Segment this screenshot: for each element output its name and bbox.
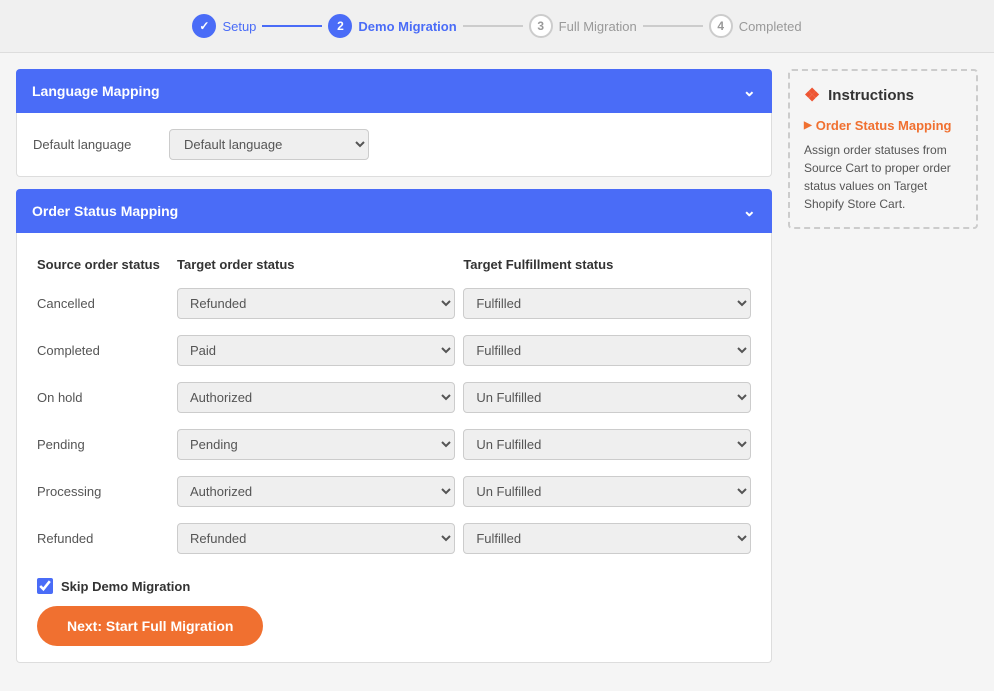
sidebar: ❖ Instructions Order Status Mapping Assi…: [788, 69, 978, 675]
target-status-select[interactable]: RefundedPaidAuthorizedPendingVoidedParti…: [177, 288, 455, 319]
order-status-mapping-panel: Order Status Mapping ⌄ Source order stat…: [16, 189, 772, 663]
target-status-cell: RefundedPaidAuthorizedPendingVoidedParti…: [173, 421, 459, 468]
col-fulfillment: Target Fulfillment status: [459, 249, 755, 280]
fulfillment-status-cell: FulfilledUn FulfilledPartial: [459, 280, 755, 327]
sidebar-card: ❖ Instructions Order Status Mapping Assi…: [788, 69, 978, 229]
source-status-cell: Pending: [33, 421, 173, 468]
skip-demo-label: Skip Demo Migration: [61, 579, 190, 594]
step-circle-full: 3: [529, 14, 553, 38]
fulfillment-status-select[interactable]: FulfilledUn FulfilledPartial: [463, 523, 751, 554]
default-language-select[interactable]: Default language: [169, 129, 369, 160]
col-source: Source order status: [33, 249, 173, 280]
main-container: Language Mapping ⌄ Default language Defa…: [0, 53, 994, 691]
step-circle-setup: ✓: [192, 14, 216, 38]
target-status-select[interactable]: RefundedPaidAuthorizedPendingVoidedParti…: [177, 523, 455, 554]
next-button[interactable]: Next: Start Full Migration: [37, 606, 263, 646]
language-mapping-panel: Language Mapping ⌄ Default language Defa…: [16, 69, 772, 177]
target-status-cell: RefundedPaidAuthorizedPendingVoidedParti…: [173, 327, 459, 374]
step-label-setup: Setup: [222, 19, 256, 34]
language-panel-chevron: ⌄: [743, 81, 756, 101]
fulfillment-status-select[interactable]: FulfilledUn FulfilledPartial: [463, 429, 751, 460]
step-full-migration: 3 Full Migration: [529, 14, 637, 38]
fulfillment-status-select[interactable]: FulfilledUn FulfilledPartial: [463, 335, 751, 366]
default-language-label: Default language: [33, 137, 153, 152]
order-status-panel-title: Order Status Mapping: [32, 203, 178, 219]
step-label-full: Full Migration: [559, 19, 637, 34]
table-row: PendingRefundedPaidAuthorizedPendingVoid…: [33, 421, 755, 468]
step-line-1: [262, 25, 322, 27]
fulfillment-status-cell: FulfilledUn FulfilledPartial: [459, 468, 755, 515]
order-status-panel-header[interactable]: Order Status Mapping ⌄: [16, 189, 772, 233]
table-row: CompletedRefundedPaidAuthorizedPendingVo…: [33, 327, 755, 374]
skip-demo-checkbox[interactable]: [37, 578, 53, 594]
language-panel-body: Default language Default language: [16, 113, 772, 177]
target-status-cell: RefundedPaidAuthorizedPendingVoidedParti…: [173, 374, 459, 421]
step-setup: ✓ Setup: [192, 14, 256, 38]
sidebar-body: Assign order statuses from Source Cart t…: [804, 141, 962, 213]
fulfillment-status-select[interactable]: FulfilledUn FulfilledPartial: [463, 382, 751, 413]
source-status-cell: On hold: [33, 374, 173, 421]
table-row: CancelledRefundedPaidAuthorizedPendingVo…: [33, 280, 755, 327]
target-status-select[interactable]: RefundedPaidAuthorizedPendingVoidedParti…: [177, 476, 455, 507]
source-status-cell: Completed: [33, 327, 173, 374]
table-header-row: Source order status Target order status …: [33, 249, 755, 280]
sidebar-title-text: Instructions: [828, 87, 914, 104]
fulfillment-status-select[interactable]: FulfilledUn FulfilledPartial: [463, 288, 751, 319]
target-status-select[interactable]: RefundedPaidAuthorizedPendingVoidedParti…: [177, 429, 455, 460]
step-demo-migration: 2 Demo Migration: [328, 14, 456, 38]
fulfillment-status-cell: FulfilledUn FulfilledPartial: [459, 421, 755, 468]
language-panel-title: Language Mapping: [32, 83, 160, 99]
step-line-2: [463, 25, 523, 27]
content-area: Language Mapping ⌄ Default language Defa…: [16, 69, 772, 675]
fulfillment-status-cell: FulfilledUn FulfilledPartial: [459, 327, 755, 374]
status-table: Source order status Target order status …: [33, 249, 755, 562]
language-panel-header[interactable]: Language Mapping ⌄: [16, 69, 772, 113]
step-circle-completed: 4: [709, 14, 733, 38]
target-status-cell: RefundedPaidAuthorizedPendingVoidedParti…: [173, 468, 459, 515]
table-row: ProcessingRefundedPaidAuthorizedPendingV…: [33, 468, 755, 515]
step-label-demo: Demo Migration: [358, 19, 456, 34]
fulfillment-status-select[interactable]: FulfilledUn FulfilledPartial: [463, 476, 751, 507]
target-status-cell: RefundedPaidAuthorizedPendingVoidedParti…: [173, 515, 459, 562]
default-language-row: Default language Default language: [33, 129, 755, 160]
col-target: Target order status: [173, 249, 459, 280]
step-circle-demo: 2: [328, 14, 352, 38]
order-status-panel-body: Source order status Target order status …: [16, 233, 772, 663]
fulfillment-status-cell: FulfilledUn FulfilledPartial: [459, 374, 755, 421]
stepper: ✓ Setup 2 Demo Migration 3 Full Migratio…: [0, 0, 994, 53]
order-status-panel-chevron: ⌄: [743, 201, 756, 221]
skip-demo-row: Skip Demo Migration: [37, 578, 751, 594]
step-line-3: [643, 25, 703, 27]
source-status-cell: Cancelled: [33, 280, 173, 327]
source-status-cell: Refunded: [33, 515, 173, 562]
target-status-select[interactable]: RefundedPaidAuthorizedPendingVoidedParti…: [177, 335, 455, 366]
target-status-select[interactable]: RefundedPaidAuthorizedPendingVoidedParti…: [177, 382, 455, 413]
step-label-completed: Completed: [739, 19, 802, 34]
sidebar-title: ❖ Instructions: [804, 85, 962, 106]
instructions-icon: ❖: [804, 85, 820, 106]
sidebar-subtitle: Order Status Mapping: [804, 118, 962, 133]
fulfillment-status-cell: FulfilledUn FulfilledPartial: [459, 515, 755, 562]
table-row: RefundedRefundedPaidAuthorizedPendingVoi…: [33, 515, 755, 562]
source-status-cell: Processing: [33, 468, 173, 515]
step-completed: 4 Completed: [709, 14, 802, 38]
target-status-cell: RefundedPaidAuthorizedPendingVoidedParti…: [173, 280, 459, 327]
table-row: On holdRefundedPaidAuthorizedPendingVoid…: [33, 374, 755, 421]
